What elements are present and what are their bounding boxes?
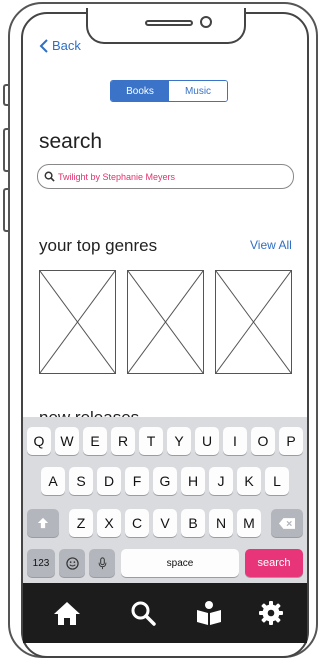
emoji-key[interactable] bbox=[59, 549, 85, 577]
key-b[interactable]: B bbox=[181, 509, 205, 537]
key-j[interactable]: J bbox=[209, 467, 233, 495]
key-h[interactable]: H bbox=[181, 467, 205, 495]
key-x[interactable]: X bbox=[97, 509, 121, 537]
key-s[interactable]: S bbox=[69, 467, 93, 495]
key-o[interactable]: O bbox=[251, 427, 275, 455]
key-e[interactable]: E bbox=[83, 427, 107, 455]
key-n[interactable]: N bbox=[209, 509, 233, 537]
key-l[interactable]: L bbox=[265, 467, 289, 495]
view-all-link[interactable]: View All bbox=[250, 238, 292, 252]
back-label: Back bbox=[52, 38, 81, 53]
tab-settings[interactable] bbox=[255, 597, 287, 629]
back-button[interactable]: Back bbox=[39, 38, 81, 53]
search-heading: search bbox=[39, 130, 103, 153]
tab-library[interactable] bbox=[193, 597, 225, 629]
microphone-icon bbox=[98, 556, 106, 569]
backspace-key[interactable] bbox=[271, 509, 303, 537]
image-placeholder-icon bbox=[216, 271, 291, 373]
key-g[interactable]: G bbox=[153, 467, 177, 495]
settings-icon bbox=[259, 601, 283, 625]
key-w[interactable]: W bbox=[55, 427, 79, 455]
genre-tile[interactable] bbox=[39, 270, 116, 374]
microphone-key[interactable] bbox=[89, 549, 115, 577]
image-placeholder-icon bbox=[40, 271, 115, 373]
key-c[interactable]: C bbox=[125, 509, 149, 537]
key-d[interactable]: D bbox=[97, 467, 121, 495]
image-placeholder-icon bbox=[128, 271, 203, 373]
genre-tile[interactable] bbox=[215, 270, 292, 374]
key-a[interactable]: A bbox=[41, 467, 65, 495]
key-t[interactable]: T bbox=[139, 427, 163, 455]
search-icon bbox=[131, 601, 156, 626]
key-i[interactable]: I bbox=[223, 427, 247, 455]
shift-arrow-icon bbox=[37, 517, 49, 529]
key-k[interactable]: K bbox=[237, 467, 261, 495]
search-input[interactable] bbox=[58, 171, 278, 182]
segment-music[interactable]: Music bbox=[169, 81, 227, 101]
phone-speaker bbox=[145, 20, 193, 26]
search-icon bbox=[44, 171, 55, 182]
space-key[interactable]: space bbox=[121, 549, 239, 577]
numbers-key[interactable]: 123 bbox=[27, 549, 55, 577]
key-m[interactable]: M bbox=[237, 509, 261, 537]
chevron-left-icon bbox=[39, 38, 48, 53]
bottom-tab-bar bbox=[23, 583, 307, 643]
home-icon bbox=[54, 602, 80, 625]
key-f[interactable]: F bbox=[125, 467, 149, 495]
tab-search[interactable] bbox=[127, 597, 159, 629]
key-u[interactable]: U bbox=[195, 427, 219, 455]
search-field[interactable] bbox=[37, 164, 294, 189]
phone-notch bbox=[86, 8, 246, 44]
genre-tile[interactable] bbox=[127, 270, 204, 374]
segment-books[interactable]: Books bbox=[111, 81, 169, 101]
search-key[interactable]: search bbox=[245, 549, 303, 577]
phone-camera bbox=[200, 16, 212, 28]
key-y[interactable]: Y bbox=[167, 427, 191, 455]
key-p[interactable]: P bbox=[279, 427, 303, 455]
tab-home[interactable] bbox=[51, 597, 83, 629]
backspace-icon bbox=[279, 517, 295, 529]
top-genres-heading: your top genres bbox=[39, 236, 158, 255]
library-icon bbox=[197, 601, 221, 625]
emoji-icon bbox=[65, 556, 79, 570]
shift-key[interactable] bbox=[27, 509, 59, 537]
key-q[interactable]: Q bbox=[27, 427, 51, 455]
media-type-segmented-control[interactable]: Books Music bbox=[110, 80, 228, 102]
key-z[interactable]: Z bbox=[69, 509, 93, 537]
key-v[interactable]: V bbox=[153, 509, 177, 537]
key-r[interactable]: R bbox=[111, 427, 135, 455]
on-screen-keyboard: Q W E R T Y U I O P A S D F G H J K L Z … bbox=[23, 417, 307, 583]
